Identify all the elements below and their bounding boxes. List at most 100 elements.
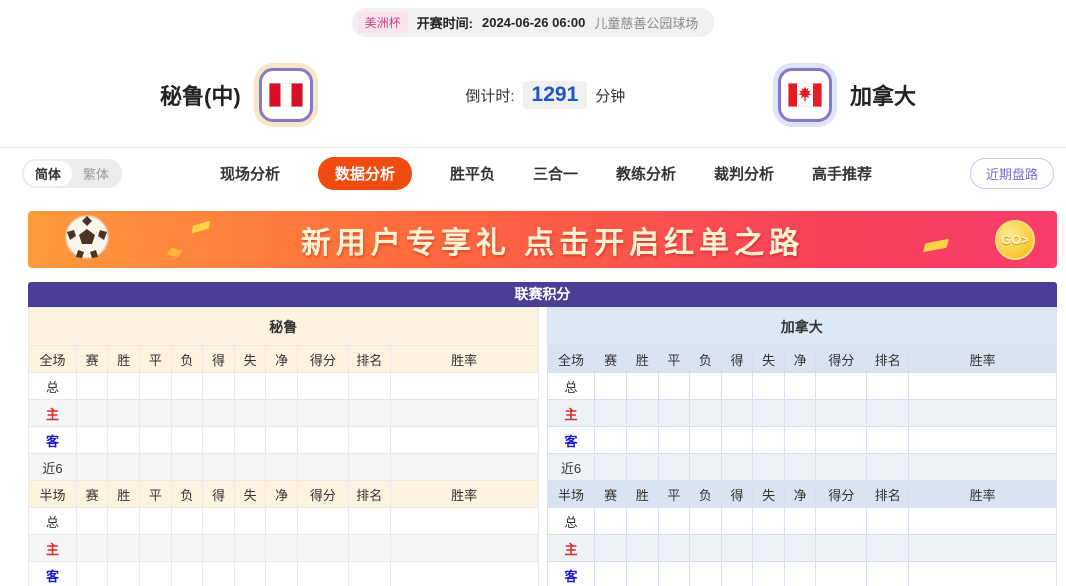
stat-cell: [658, 454, 690, 481]
stat-cell: [816, 508, 867, 535]
stat-cell: [816, 562, 867, 586]
stat-cell: [171, 562, 203, 586]
column-header: 得分: [816, 346, 867, 373]
tab-6[interactable]: 高手推荐: [812, 158, 872, 189]
column-header: 得分: [816, 481, 867, 508]
row-label-total: 总: [547, 373, 595, 400]
standings-tables: 秘鲁全场赛胜平负得失净得分排名胜率总主客近6半场赛胜平负得失净得分排名胜率总主客…: [28, 307, 1057, 586]
stat-cell: [690, 400, 722, 427]
stat-cell: [753, 454, 785, 481]
stat-cell: [626, 535, 658, 562]
column-header: 排名: [867, 346, 909, 373]
row-label-total: 总: [29, 373, 77, 400]
stat-cell: [909, 535, 1057, 562]
away-team: 加拿大: [778, 68, 916, 122]
stat-cell: [297, 508, 348, 535]
stat-cell: [753, 373, 785, 400]
tab-4[interactable]: 教练分析: [616, 158, 676, 189]
stat-cell: [390, 562, 538, 586]
stat-cell: [108, 400, 140, 427]
stat-cell: [297, 562, 348, 586]
stat-cell: [297, 400, 348, 427]
home-team: 秘鲁(中): [160, 68, 313, 122]
stat-cell: [140, 454, 172, 481]
language-toggle[interactable]: 简体繁体: [22, 159, 122, 188]
stat-cell: [297, 427, 348, 454]
stat-cell: [909, 454, 1057, 481]
lang-option-1[interactable]: 繁体: [72, 161, 120, 186]
tab-2[interactable]: 胜平负: [450, 158, 495, 189]
recent-trends-button[interactable]: 近期盘路: [970, 158, 1054, 189]
soccer-ball-icon: [64, 214, 110, 265]
stat-cell: [297, 454, 348, 481]
stat-cell: [348, 454, 390, 481]
stat-cell: [784, 508, 816, 535]
countdown-value: 1291: [523, 81, 588, 109]
stat-cell: [784, 400, 816, 427]
stat-cell: [108, 562, 140, 586]
stat-cell: [76, 562, 108, 586]
stat-cell: [867, 535, 909, 562]
stat-cell: [234, 373, 266, 400]
banner-text: 新用户专享礼 点击开启红单之路: [110, 218, 995, 262]
stat-cell: [909, 427, 1057, 454]
tab-3[interactable]: 三合一: [533, 158, 578, 189]
column-header: 胜: [626, 346, 658, 373]
tab-0[interactable]: 现场分析: [220, 158, 280, 189]
banner-go-button[interactable]: GO>: [995, 220, 1035, 260]
stat-cell: [690, 373, 722, 400]
stat-cell: [658, 535, 690, 562]
stat-cell: [867, 454, 909, 481]
stat-cell: [816, 373, 867, 400]
stat-cell: [721, 508, 753, 535]
lang-option-0[interactable]: 简体: [24, 161, 72, 186]
promo-banner[interactable]: 新用户专享礼 点击开启红单之路 GO>: [28, 211, 1057, 268]
column-header: 净: [784, 481, 816, 508]
stat-cell: [76, 373, 108, 400]
stat-cell: [171, 454, 203, 481]
column-header: 负: [690, 346, 722, 373]
stat-cell: [171, 535, 203, 562]
stat-cell: [867, 400, 909, 427]
row-label-total: 总: [29, 508, 77, 535]
column-header: 排名: [348, 481, 390, 508]
stat-cell: [595, 508, 627, 535]
stat-cell: [140, 427, 172, 454]
stat-cell: [721, 373, 753, 400]
stat-cell: [595, 454, 627, 481]
stat-cell: [721, 454, 753, 481]
stat-cell: [348, 427, 390, 454]
column-header: 平: [140, 481, 172, 508]
stat-cell: [297, 535, 348, 562]
stat-cell: [390, 427, 538, 454]
section-header: 全场: [29, 346, 77, 373]
stat-cell: [234, 400, 266, 427]
stat-cell: [721, 535, 753, 562]
home-team-name: 秘鲁(中): [160, 79, 241, 111]
stat-cell: [626, 454, 658, 481]
match-info-pill: 美洲杯 开赛时间: 2024-06-26 06:00 儿童慈善公园球场: [352, 8, 715, 37]
stat-cell: [108, 454, 140, 481]
tab-1[interactable]: 数据分析: [318, 157, 412, 190]
nav-row: 简体繁体 现场分析 数据分析 胜平负 三合一 教练分析 裁判分析 高手推荐 近期盘路: [0, 147, 1066, 199]
column-header: 赛: [595, 346, 627, 373]
stat-cell: [595, 562, 627, 586]
kickoff-time: 2024-06-26 06:00: [482, 15, 585, 30]
row-label-home: 主: [29, 400, 77, 427]
stat-cell: [203, 535, 235, 562]
stat-cell: [348, 400, 390, 427]
stat-cell: [784, 373, 816, 400]
stat-cell: [76, 400, 108, 427]
column-header: 排名: [867, 481, 909, 508]
stat-cell: [203, 508, 235, 535]
stat-cell: [721, 427, 753, 454]
table-team-name: 秘鲁: [29, 308, 539, 346]
stat-cell: [234, 562, 266, 586]
stat-cell: [266, 562, 298, 586]
stat-cell: [171, 400, 203, 427]
row-label-home: 主: [547, 535, 595, 562]
stat-cell: [203, 400, 235, 427]
stat-cell: [816, 535, 867, 562]
league-badge: 美洲杯: [358, 12, 408, 33]
tab-5[interactable]: 裁判分析: [714, 158, 774, 189]
